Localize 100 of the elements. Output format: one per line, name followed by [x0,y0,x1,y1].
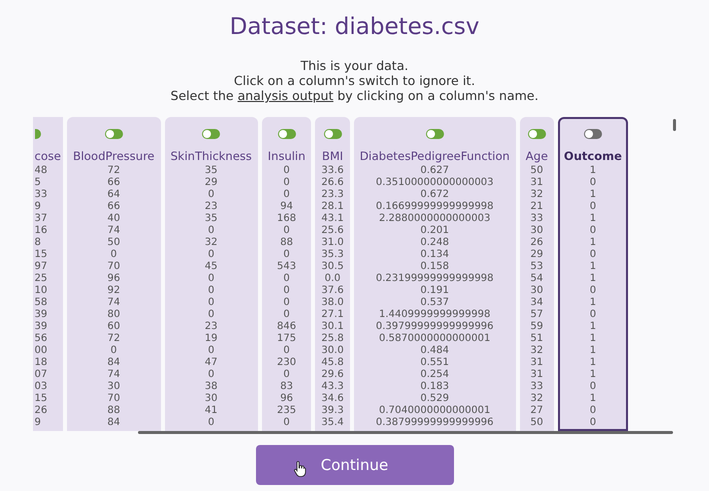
table-cell-text: 72 [106,333,122,345]
table-cell-text: 23 [204,321,218,333]
table-cell-text: 0 [206,189,216,201]
scrollbar-thumb[interactable] [138,431,672,434]
toggle-switch[interactable] [426,129,444,139]
table-cell-text: 846 [276,321,298,333]
table-cell-text: 0.134 [419,249,450,261]
table-cell-text: 30 [106,381,122,393]
table-cell: 15 [34,249,48,261]
table-cell-text: 33 [529,381,544,393]
table-cell-text: 23 [204,201,218,213]
continue-button[interactable]: Continue [256,445,454,485]
table-cell-text: 74 [106,369,122,381]
toggle-switch[interactable] [202,129,220,139]
table-cell: 07 [34,369,48,381]
table-cell-text: 25.8 [320,333,345,345]
column-header[interactable]: BMI [318,149,348,165]
table-cell-text: 0.551 [419,357,450,369]
table-cell-text: 1 [588,393,598,405]
column-header[interactable]: BloodPressure [68,149,158,165]
table-cell-text: 1 [588,213,598,225]
toggle-switch[interactable] [104,129,123,139]
table-cell-text: 29.6 [320,369,345,381]
table-cell-text: 0 [282,249,291,261]
table-cell-text: 40 [106,213,122,225]
table-cell-text: 0 [282,369,291,381]
table-cell-text: 26.6 [320,177,345,189]
table-cell-text: 34.6 [320,393,345,405]
table-cell: 8 [34,237,41,249]
column-header[interactable]: SkinThickness [166,149,256,165]
table-cell-text: 45 [204,261,218,273]
table-cell: 39 [34,321,48,333]
table-cell-text: 35 [204,213,218,225]
toggle-switch[interactable] [324,129,342,139]
table-cell-text: 32 [529,345,544,357]
table-cell-text: 31 [529,177,544,189]
table-cell-text: 30.1 [320,321,345,333]
table-cell-text: 84 [106,357,122,369]
table-cell-text: 88 [279,237,294,249]
table-cell-text: 0 [206,417,216,429]
table-cell-text: 1 [588,165,598,177]
table-cell-text: 38.0 [320,297,345,309]
table-cell-text: 0.39799999999999996 [374,321,495,333]
column-header[interactable]: Age [522,149,552,165]
table-cell: 10 [34,285,48,297]
table-cell-text: 0 [282,225,291,237]
table-cell-text: 35 [204,165,218,177]
table-cell: 18 [34,357,48,369]
table-cell-text: 0 [588,381,598,393]
table-cell-text: 1 [588,345,598,357]
table-cell-text: 1 [588,297,598,309]
table-cell-text: 27.1 [320,309,345,321]
table-cell-text: 30 [529,225,544,237]
analysis-output-link[interactable]: analysis output [238,88,334,103]
table-cell-text: 33 [529,213,544,225]
table-cell-text: 0 [282,309,291,321]
table-cell-text: 0 [588,177,598,189]
table-cell-text: 37.6 [320,285,345,297]
table-cell-text: 72 [106,165,122,177]
table-cell-text: 0.672 [419,189,450,201]
table-cell-text: 60 [106,321,122,333]
table-cell-text: 0 [282,345,291,357]
table-cell: 00 [34,345,48,357]
table-cell-text: 92 [106,285,122,297]
table-cell: 15 [34,393,48,405]
scrollbar-thumb[interactable] [672,119,676,131]
table-cell-text: 53 [529,261,544,273]
table-cell-text: 32 [529,393,544,405]
table-cell-text: 0.627 [419,165,450,177]
table-cell: 25 [34,273,48,285]
column-header[interactable]: DiabetesPedigreeFunction [356,149,514,165]
table-cell-text: 45.8 [320,357,345,369]
table-cell: 37 [34,213,48,225]
table-cell-text: 0.35100000000000003 [374,177,495,189]
table-cell-text: 0 [206,369,216,381]
table-cell-text: 0 [282,417,291,429]
table-cell-text: 32 [204,237,218,249]
toggle-switch[interactable] [528,129,546,139]
table-cell-text: 0 [588,285,598,297]
table-cell: 16 [34,225,48,237]
table-cell-text: 33.6 [320,165,345,177]
column-header[interactable]: Insulin [264,149,310,165]
table-cell-text: 80 [106,309,122,321]
toggle-switch[interactable] [278,129,296,139]
table-cell-text: 26 [529,237,544,249]
table-cell-text: 57 [529,309,544,321]
table-cell-text: 31 [529,369,544,381]
table-cell-text: 66 [106,201,122,213]
column-header[interactable]: cose [34,149,61,165]
table-cell-text: 84 [106,417,122,429]
table-cell-text: 88 [106,405,122,417]
table-cell-text: 50 [529,165,544,177]
table-cell-text: 1 [588,189,598,201]
table-cell-text: 230 [276,357,298,369]
table-cell-text: 0 [206,297,216,309]
table-cell-text: 50 [106,237,122,249]
table-cell: 58 [34,297,48,309]
table-cell: 33 [34,189,48,201]
table-cell-text: 83 [279,381,294,393]
table-cell-text: 0 [282,285,291,297]
